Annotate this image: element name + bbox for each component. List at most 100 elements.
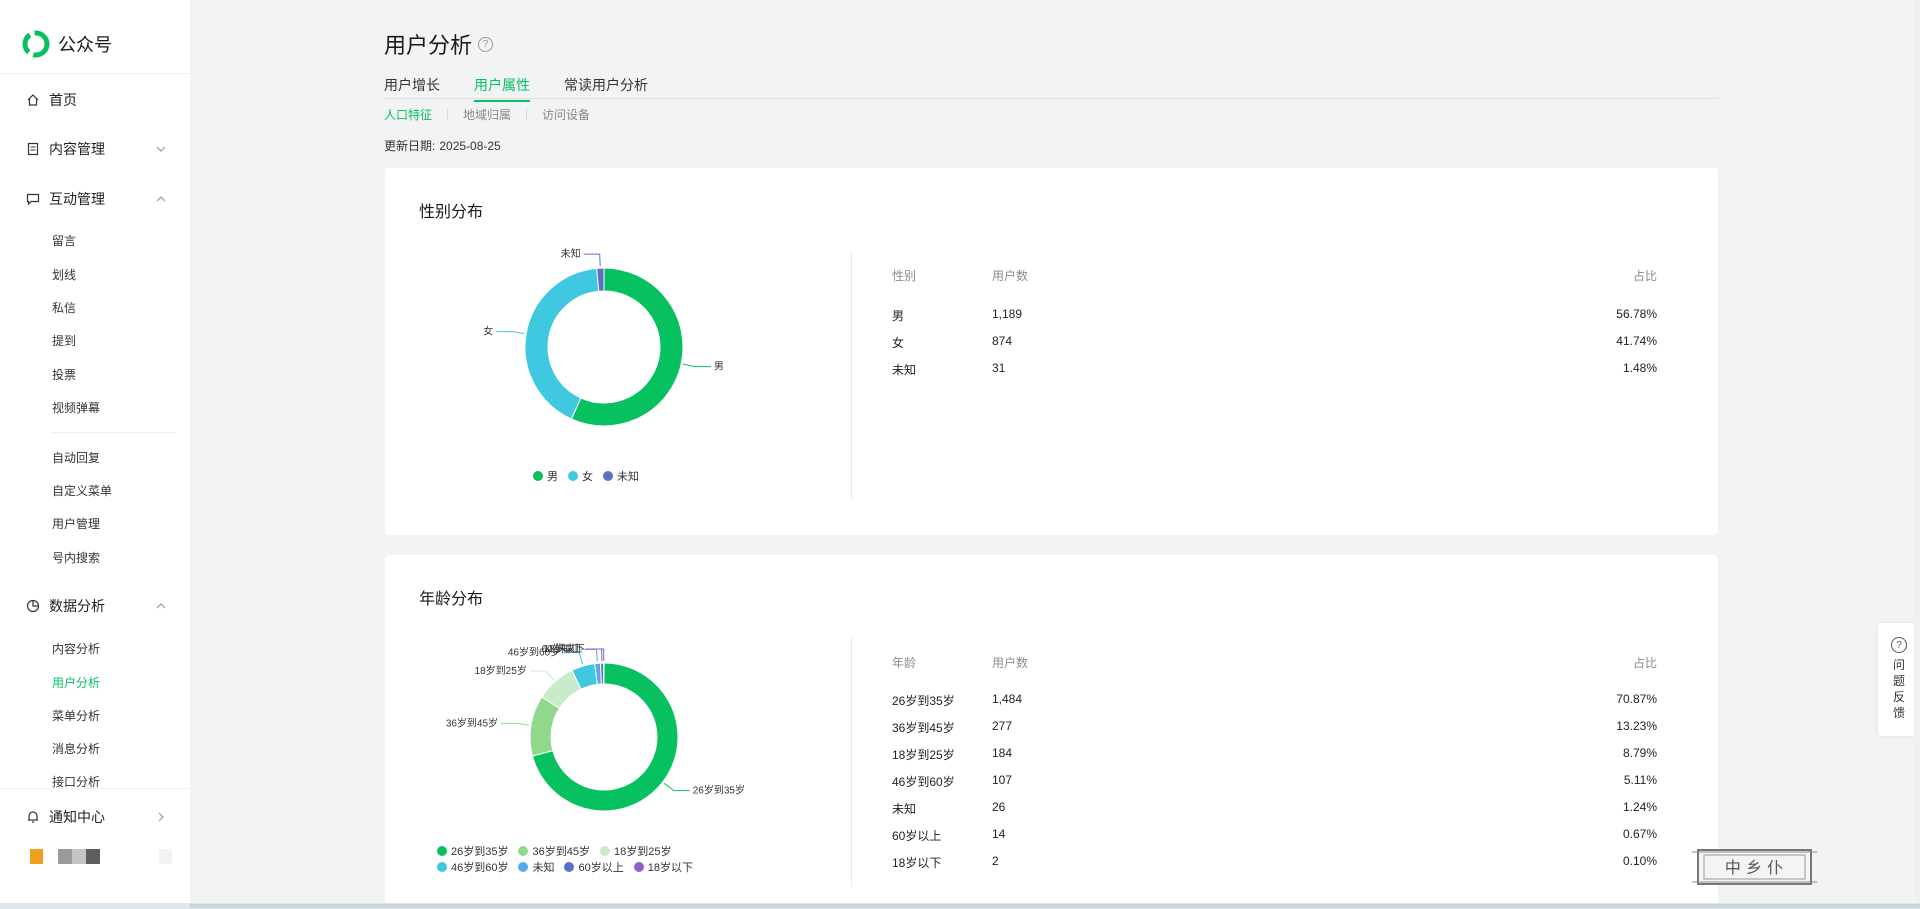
- pie-label: 26岁到35岁: [693, 784, 745, 797]
- horizontal-scrollbar-thumb[interactable]: [190, 904, 1920, 908]
- tab-frequent-readers[interactable]: 常读用户分析: [564, 75, 648, 100]
- gender-donut-chart: 男 女 未知: [483, 247, 724, 427]
- nav-auto-reply[interactable]: 自动回复: [52, 449, 100, 466]
- legend-dot: [633, 862, 644, 872]
- legend-item[interactable]: 60岁以上: [564, 859, 624, 875]
- question-icon: ?: [1891, 637, 1907, 653]
- legend-item[interactable]: 36岁到45岁: [518, 843, 590, 859]
- legend-item[interactable]: 46岁到60岁: [437, 859, 508, 875]
- subtab-devices[interactable]: 访问设备: [542, 106, 590, 123]
- nav-private-messages[interactable]: 私信: [52, 299, 76, 316]
- sidebar-divider: [0, 73, 190, 74]
- tab-user-growth[interactable]: 用户增长: [384, 75, 440, 100]
- nav-user-analysis[interactable]: 用户分析: [52, 674, 100, 691]
- row-percent: 13.23%: [1616, 719, 1657, 733]
- home-icon: [27, 94, 39, 106]
- row-percent: 1.48%: [1622, 361, 1657, 375]
- pie-leader-line: [663, 782, 690, 792]
- logo-row[interactable]: 公众号: [22, 30, 112, 58]
- row-percent: 70.87%: [1616, 692, 1657, 706]
- nav-video-danmaku[interactable]: 视频弹幕: [52, 399, 100, 416]
- account-menu-button[interactable]: [159, 849, 172, 864]
- row-label: 男: [892, 309, 905, 323]
- age-card: 年龄分布 26岁到35岁 36岁到45岁 18岁到25岁 46岁到60岁 未知 60岁以上…: [385, 555, 1718, 909]
- card-divider: [851, 638, 852, 887]
- age-table-body: 26岁到35岁 1,484 70.87% 36岁到45岁 277 13.23% 18岁到25…: [892, 692, 1657, 881]
- nav-home[interactable]: 首页: [26, 90, 166, 110]
- chevron-right-icon: [158, 812, 164, 822]
- vertical-scrollbar[interactable]: [1914, 0, 1920, 903]
- account-avatar[interactable]: [30, 849, 43, 864]
- legend-item[interactable]: 未知: [518, 859, 554, 875]
- nav-content-analysis[interactable]: 内容分析: [52, 640, 100, 657]
- pie-label: 未知: [561, 247, 581, 260]
- nav-message-analysis[interactable]: 消息分析: [52, 740, 100, 757]
- table-row: 18岁以下 2 0.10%: [892, 854, 1657, 881]
- legend-dot: [437, 846, 447, 856]
- header-share: 占比: [1632, 656, 1657, 670]
- table-row: 46岁到60岁 107 5.11%: [892, 773, 1657, 800]
- nav-custom-menu[interactable]: 自定义菜单: [52, 482, 112, 499]
- nav-user-mgmt[interactable]: 用户管理: [52, 515, 100, 532]
- pie-slice[interactable]: [524, 267, 600, 420]
- header-users: 用户数: [992, 269, 1029, 283]
- legend-dot: [533, 471, 543, 481]
- nav-home-label: 首页: [49, 92, 77, 108]
- legend-item[interactable]: 未知: [603, 468, 639, 484]
- row-count: 107: [992, 773, 1013, 787]
- table-row: 男 1,189 56.78%: [892, 307, 1657, 334]
- nav-data-analysis-label: 数据分析: [49, 598, 105, 614]
- row-count: 14: [992, 827, 1006, 841]
- legend-dot: [568, 471, 578, 481]
- legend-label: 46岁到60岁: [451, 862, 509, 874]
- nav-votes[interactable]: 投票: [52, 366, 76, 383]
- legend-label: 18岁以下: [647, 862, 693, 874]
- nav-notification-center[interactable]: 通知中心: [26, 807, 166, 827]
- pie-leader-line: [529, 670, 555, 681]
- nav-interaction-mgmt[interactable]: 互动管理: [26, 189, 166, 209]
- legend-item[interactable]: 男: [533, 468, 558, 484]
- tab-user-attributes[interactable]: 用户属性: [474, 75, 530, 102]
- legend-item[interactable]: 26岁到35岁: [437, 843, 508, 859]
- age-donut-chart: 26岁到35岁36岁到45岁18岁到25岁46岁到60岁未知60岁以上18岁以下: [446, 642, 745, 812]
- legend-dot: [599, 846, 610, 856]
- chevron-up-icon: [156, 196, 166, 202]
- subtab-region[interactable]: 地域归属: [463, 106, 511, 123]
- row-percent: 0.67%: [1622, 827, 1657, 841]
- header-users: 用户数: [992, 656, 1029, 670]
- legend-item[interactable]: 18岁以下: [633, 859, 693, 875]
- legend-item[interactable]: 女: [568, 468, 593, 484]
- subtab-divider: [447, 108, 449, 121]
- row-count: 277: [992, 719, 1013, 733]
- nav-mentions[interactable]: 提到: [52, 332, 76, 349]
- help-icon[interactable]: ?: [478, 36, 494, 52]
- legend-label: 男: [547, 471, 558, 483]
- nav-comments[interactable]: 留言: [52, 232, 76, 249]
- table-row: 女 874 41.74%: [892, 334, 1657, 361]
- nav-underline[interactable]: 划线: [52, 266, 76, 283]
- subtab-demographics[interactable]: 人口特征: [384, 106, 432, 123]
- nav-in-account-search[interactable]: 号内搜索: [52, 549, 100, 566]
- chevron-down-icon: [156, 146, 166, 152]
- pie-label: 18岁到25岁: [475, 664, 527, 677]
- row-percent: 0.10%: [1622, 854, 1657, 868]
- nav-data-analysis[interactable]: 数据分析: [26, 596, 166, 616]
- legend-item[interactable]: 18岁到25岁: [599, 843, 671, 859]
- document-icon: [27, 142, 39, 156]
- nav-menu-analysis[interactable]: 菜单分析: [52, 707, 100, 724]
- header-age: 年龄: [892, 656, 917, 670]
- main-tabs: 用户增长 用户属性 常读用户分析: [384, 75, 682, 102]
- account-name-redacted: [72, 849, 86, 864]
- main-area: 用户分析 ? 用户增长 用户属性 常读用户分析 人口特征 地域归属 访问设备 更…: [190, 0, 1920, 909]
- row-count: 2: [992, 854, 999, 868]
- row-percent: 56.78%: [1616, 307, 1657, 321]
- row-label: 女: [892, 336, 905, 350]
- pie-label: 36岁到45岁: [446, 716, 498, 729]
- nav-interaction-mgmt-label: 互动管理: [49, 191, 105, 207]
- header-gender: 性别: [892, 269, 917, 283]
- account-name-redacted: [86, 849, 100, 864]
- legend-dot: [437, 862, 447, 872]
- subtab-divider: [526, 108, 528, 121]
- legend-dot: [518, 862, 529, 872]
- nav-content-mgmt[interactable]: 内容管理: [26, 139, 166, 159]
